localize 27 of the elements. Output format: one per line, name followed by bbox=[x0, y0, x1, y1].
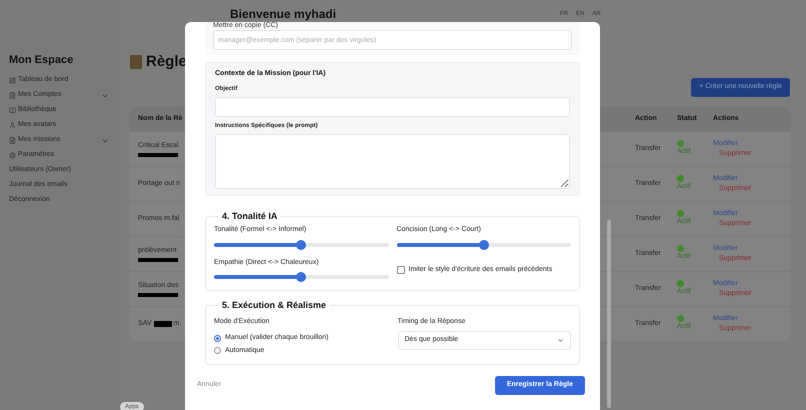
dashboard-icon bbox=[9, 77, 16, 84]
checkbox[interactable] bbox=[396, 266, 404, 274]
book-icon bbox=[9, 107, 16, 114]
slider-track[interactable] bbox=[396, 242, 571, 246]
radio-button[interactable] bbox=[214, 334, 221, 342]
objective-input[interactable] bbox=[215, 96, 570, 116]
scrollbar[interactable] bbox=[607, 220, 611, 408]
redaction-bar bbox=[138, 293, 178, 298]
slider-track[interactable] bbox=[214, 242, 388, 246]
welcome-heading: Bienvenue myhadi bbox=[230, 6, 336, 22]
redaction-bar bbox=[138, 153, 178, 158]
sidebar-title: Mon Espace bbox=[9, 53, 74, 68]
page-title: Règle bbox=[146, 52, 187, 72]
chevron-icon bbox=[557, 337, 564, 344]
slider-track[interactable] bbox=[214, 275, 388, 279]
slider-thumb[interactable] bbox=[478, 240, 489, 250]
gear-icon bbox=[9, 152, 16, 159]
redaction-bar bbox=[138, 258, 178, 262]
section-title: 5. Exécution & Réalisme bbox=[221, 299, 328, 312]
document-icon bbox=[9, 92, 16, 99]
section-title: 4. Tonalité IA bbox=[221, 210, 278, 222]
redaction-bar bbox=[154, 321, 172, 327]
user-icon bbox=[9, 122, 16, 129]
radio-button[interactable] bbox=[214, 347, 221, 354]
document-icon bbox=[9, 137, 16, 144]
slider-thumb[interactable] bbox=[296, 240, 306, 250]
slider-thumb[interactable] bbox=[296, 272, 306, 282]
